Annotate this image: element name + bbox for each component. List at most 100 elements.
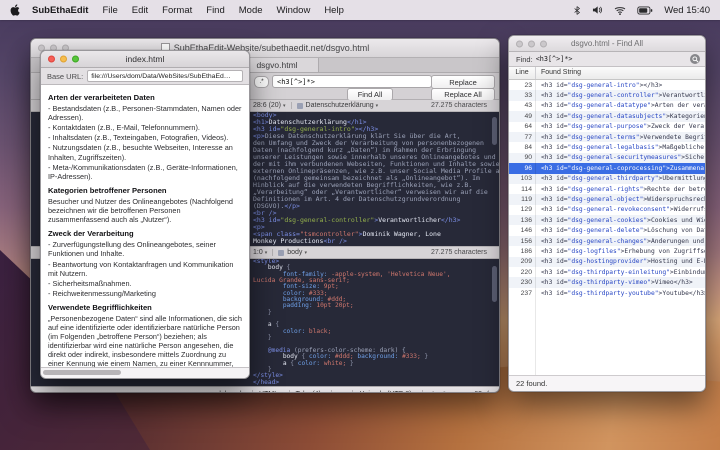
- search-result-row[interactable]: 96 <h3 id="dsg-general-coprocessing">Zusa…: [509, 163, 705, 174]
- menu-item[interactable]: Find: [206, 5, 224, 16]
- result-line-number: 49: [524, 112, 532, 120]
- battery-icon[interactable]: [637, 5, 653, 15]
- column-header-line[interactable]: Line: [509, 67, 536, 79]
- menu-item[interactable]: Help: [324, 5, 344, 16]
- participants-icon[interactable]: [441, 391, 456, 392]
- preview-window-controls: [48, 55, 79, 63]
- search-result-row[interactable]: 90 <h3 id="dsg-general-securitymeasures">…: [509, 152, 705, 164]
- status-separator: [352, 390, 354, 392]
- column-header-found-string[interactable]: Found String: [536, 67, 705, 79]
- caret-position[interactable]: 28:6 (20): [253, 102, 286, 109]
- menu-item[interactable]: Window: [277, 5, 311, 16]
- search-result-row[interactable]: 237 <h3 id="dsg-thirdparty-youtube">Youtu…: [509, 288, 705, 298]
- preview-block: - Bestandsdaten (z.B., Personen-Stammdat…: [48, 104, 242, 123]
- zoom-button[interactable]: [72, 55, 79, 63]
- result-found-string: <h3 id="dsg-general-changes">Änderungen …: [541, 237, 705, 245]
- close-button[interactable]: [516, 40, 523, 47]
- caret-position-bottom[interactable]: 1:0: [253, 249, 267, 256]
- refresh-mode-popup[interactable]: delayed: [217, 391, 246, 393]
- search-result-row[interactable]: 220 <h3 id="dsg-thirdparty-einleitung">Ei…: [509, 267, 705, 277]
- app-menu-title[interactable]: SubEthaEdit: [32, 5, 88, 16]
- top-pane-scrollbar[interactable]: [492, 117, 497, 145]
- search-result-row[interactable]: 230 <h3 id="dsg-thirdparty-vimeo">Vimeo</…: [509, 277, 705, 288]
- zoom-button[interactable]: [540, 40, 547, 47]
- result-found-string: <h3 id="dsg-logfiles">Erhebung von Zugri…: [541, 247, 705, 255]
- editor-status-bar: delayed HTML Tabs (4) ¶ Unicode (UTF-8) …: [31, 386, 499, 393]
- menu-items: File Edit Format Find Mode Window Help: [102, 5, 357, 16]
- tab-width-popup[interactable]: Tabs (4): [296, 391, 326, 393]
- preview-title-bar[interactable]: index.html: [41, 51, 249, 68]
- nav-separator: [290, 102, 292, 109]
- menu-bar-clock[interactable]: Wed 15:40: [664, 5, 710, 16]
- preview-block: Zweck der Verarbeitung: [48, 229, 134, 239]
- search-result-row[interactable]: 156 <h3 id="dsg-general-changes">Änderung…: [509, 235, 705, 247]
- preview-block: - Reichweitenmessung/Marketing: [48, 288, 156, 298]
- search-result-row[interactable]: 136 <h3 id="dsg-general-cookies">Cookies …: [509, 215, 705, 226]
- base-url-field[interactable]: file:///Users/dom/Data/WebSites/SubEthaE…: [87, 70, 243, 82]
- scrollbar-thumb[interactable]: [43, 370, 121, 375]
- wifi-icon[interactable]: [614, 6, 626, 15]
- line-endings-icon[interactable]: ¶: [340, 390, 344, 393]
- volume-icon[interactable]: [592, 5, 603, 15]
- apple-menu-icon[interactable]: [10, 4, 20, 16]
- status-right-value: 63: [474, 391, 482, 393]
- search-result-row[interactable]: 64 <h3 id="dsg-general-purpose">Zweck der…: [509, 122, 705, 132]
- status-separator: [331, 390, 333, 392]
- minimize-button[interactable]: [60, 55, 67, 63]
- preview-horizontal-scrollbar[interactable]: [41, 367, 249, 378]
- result-found-string: <h3 id="dsg-general-purpose">Zweck der V…: [541, 123, 705, 131]
- menu-bar: SubEthaEdit File Edit Format Find Mode Window…: [0, 0, 720, 20]
- result-found-string: <h3 id="dsg-general-datasubjects">Katego…: [541, 112, 705, 120]
- results-window-title: dsgvo.html - Find All: [570, 39, 644, 48]
- regex-toggle-button[interactable]: .*: [254, 76, 269, 88]
- search-result-row[interactable]: 77 <h3 id="dsg-general-terms">Verwendete …: [509, 131, 705, 143]
- preview-block: Besucher und Nutzer des Onlineangebotes …: [48, 196, 233, 225]
- search-result-row[interactable]: 33 <h3 id="dsg-general-controller">Verant…: [509, 90, 705, 101]
- status-separator: [288, 390, 290, 392]
- search-result-row[interactable]: 84 <h3 id="dsg-general-legalbasis">Maßgeb…: [509, 142, 705, 152]
- close-button[interactable]: [48, 55, 55, 63]
- bluetooth-icon[interactable]: [573, 5, 581, 16]
- search-result-row[interactable]: 119 <h3 id="dsg-general-object">Widerspru…: [509, 194, 705, 205]
- menu-item[interactable]: Format: [162, 5, 192, 16]
- symbol-popup[interactable]: Datenschutzerklärung: [306, 102, 379, 109]
- preview-block: - Inhaltsdaten (z.B., Texteingaben, Foto…: [48, 133, 229, 143]
- results-table-header: Line Found String: [509, 67, 705, 80]
- search-result-row[interactable]: 186 <h3 id="dsg-logfiles">Erhebung von Zu…: [509, 246, 705, 256]
- search-result-row[interactable]: 43 <h3 id="dsg-general-datatype">Arten de…: [509, 101, 705, 111]
- search-result-row[interactable]: 49 <h3 id="dsg-general-datasubjects">Kate…: [509, 111, 705, 122]
- status-right-group: 63: [474, 389, 491, 393]
- search-result-row[interactable]: 209 <h3 id="dsg-hostingprovider">Hosting …: [509, 256, 705, 268]
- menu-item[interactable]: Edit: [132, 5, 148, 16]
- mode-popup[interactable]: HTML: [259, 391, 283, 393]
- edit-mode-pencil-icon[interactable]: ✎: [431, 390, 437, 393]
- result-line-number: 43: [524, 102, 532, 110]
- bottom-pane-scrollbar[interactable]: [492, 266, 497, 302]
- search-result-row[interactable]: 146 <h3 id="dsg-general-delete">Löschung …: [509, 225, 705, 235]
- search-result-row[interactable]: 114 <h3 id="dsg-general-rights">Rechte de…: [509, 184, 705, 194]
- preview-block: Arten der verarbeiteten Daten: [48, 93, 155, 102]
- preview-block: - Beantwortung von Kontaktanfragen und K…: [48, 259, 234, 278]
- result-line-number: 237: [520, 289, 532, 297]
- search-result-row[interactable]: 23 <h3 id="dsg-general-intro"></h3>: [509, 80, 705, 90]
- result-found-string: <h3 id="dsg-general-coprocessing">Zusamm…: [541, 164, 705, 172]
- preview-block: - Kontaktdaten (z.B., E-Mail, Telefonnum…: [48, 123, 200, 133]
- result-found-string: <h3 id="dsg-general-cookies">Cookies und…: [541, 216, 705, 224]
- preview-block: - Nutzungsdaten (z.B., besuchte Webseite…: [48, 143, 233, 162]
- result-line-number: 186: [520, 247, 532, 255]
- encoding-popup[interactable]: Unicode (UTF-8): [359, 391, 416, 393]
- minimize-button[interactable]: [528, 40, 535, 47]
- results-title-bar[interactable]: dsgvo.html - Find All: [509, 36, 705, 52]
- search-again-button[interactable]: [690, 54, 700, 64]
- preview-block: - Sicherheitsmaßnahmen.: [48, 278, 132, 288]
- status-separator: [252, 390, 254, 392]
- search-result-row[interactable]: 129 <h3 id="dsg-general-revokeconsent">Wi…: [509, 205, 705, 215]
- replace-button[interactable]: Replace: [431, 75, 495, 89]
- bolt-icon[interactable]: [485, 389, 491, 392]
- symbol-popup-bottom[interactable]: body: [287, 249, 307, 256]
- search-result-row[interactable]: 103 <h3 id="dsg-general-thirdparty">Überm…: [509, 173, 705, 184]
- menu-item[interactable]: File: [102, 5, 117, 16]
- menu-item[interactable]: Mode: [239, 5, 263, 16]
- find-input[interactable]: [272, 75, 432, 88]
- tab-label: dsgvo.html: [256, 60, 298, 70]
